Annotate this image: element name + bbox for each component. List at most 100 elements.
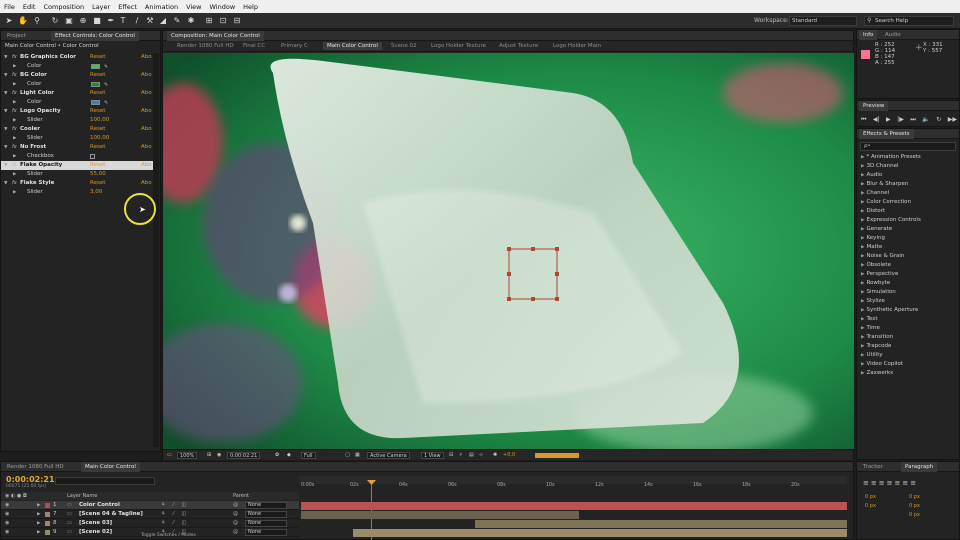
twirl-right-icon[interactable]: ▶ (861, 164, 864, 169)
fx-icon[interactable]: fx (12, 71, 17, 80)
effect-about-link[interactable]: Abo (141, 143, 152, 152)
composition-viewer[interactable] (163, 53, 854, 449)
view-axis-icon[interactable]: ⊟ (232, 15, 242, 26)
twirl-right-icon[interactable]: ▶ (13, 170, 16, 179)
tab-project[interactable]: Project (3, 31, 30, 41)
fx-icon[interactable]: fx (12, 179, 17, 188)
play-icon[interactable]: ▶ (886, 115, 891, 124)
twirl-right-icon[interactable]: ▶ (861, 308, 864, 313)
effect-reset-link[interactable]: Reset (90, 89, 105, 98)
slider-value[interactable]: 55,00 (90, 170, 106, 179)
puppet-tool-icon[interactable]: ✱ (186, 15, 196, 26)
layer-row[interactable]: ◉ ▶ 8 ▭ [Scene 03] ⚘ ⁄ ◫ @ None (1, 519, 299, 528)
checkbox-control[interactable] (90, 154, 95, 159)
fx-icon[interactable]: fx (12, 161, 17, 170)
twirl-down-icon[interactable]: ▼ (4, 71, 7, 80)
effects-category-item[interactable]: ▶ Synthetic Aperture (861, 306, 918, 315)
twirl-right-icon[interactable]: ▶ (861, 218, 864, 223)
twirl-right-icon[interactable]: ▶ (861, 191, 864, 196)
world-axis-icon[interactable]: ⊡ (218, 15, 228, 26)
exposure-icon[interactable]: ✺ (493, 452, 497, 459)
mute-icon[interactable]: 🔈 (922, 115, 929, 124)
crumb-scene-02[interactable]: Scene 02 (387, 42, 421, 50)
camera-tool-icon[interactable]: ▣ (64, 15, 74, 26)
twirl-right-icon[interactable]: ▶ (861, 254, 864, 259)
search-help-input[interactable]: ⚲ Search Help (864, 16, 954, 26)
effect-row[interactable]: ▼ fx Cooler Reset Abo (1, 125, 153, 134)
indent-left-value[interactable]: 0 px (865, 494, 876, 500)
twirl-down-icon[interactable]: ▼ (4, 179, 7, 188)
effects-search-input[interactable]: ρ• (860, 142, 956, 151)
pen-tool-icon[interactable]: ✒ (106, 15, 116, 26)
effects-category-item[interactable]: ▶ 3D Channel (861, 162, 899, 171)
tab-effect-controls[interactable]: Effect Controls: Color Control (51, 31, 139, 41)
effect-about-link[interactable]: Abo (141, 107, 152, 116)
twirl-down-icon[interactable]: ▼ (4, 89, 7, 98)
twirl-right-icon[interactable]: ▶ (37, 501, 40, 510)
current-time-display[interactable]: 0:00:02:21 (227, 452, 261, 459)
brush-tool-icon[interactable]: / (132, 15, 142, 26)
crumb-logo-holder-main[interactable]: Logo Holder Main (549, 42, 605, 50)
effects-category-item[interactable]: ▶ Video Copilot (861, 360, 903, 369)
effects-category-item[interactable]: ▶ Zaxwerks (861, 369, 893, 378)
paragraph-align-icons[interactable]: ≡≡≡≡≡≡≡ (863, 479, 918, 487)
visibility-eye-icon[interactable]: ◉ (5, 528, 9, 537)
workspace-select[interactable]: Standard (789, 16, 857, 26)
parent-select[interactable]: None (245, 520, 287, 527)
effect-about-link[interactable]: Abo (141, 89, 152, 98)
effects-category-item[interactable]: ▶ Stylize (861, 297, 885, 306)
tab-main-color-control[interactable]: Main Color Control (81, 462, 140, 472)
effects-category-item[interactable]: ▶ Transition (861, 333, 893, 342)
crumb-adjust-texture[interactable]: Adjust Texture (495, 42, 542, 50)
twirl-right-icon[interactable]: ▶ (861, 155, 864, 160)
label-color-icon[interactable] (45, 521, 50, 526)
toggle-pixel-aspect-icon[interactable]: ⊟ (449, 452, 453, 459)
layer-duration-bar[interactable] (475, 520, 847, 528)
exposure-value[interactable]: +0,0 (503, 452, 515, 459)
twirl-right-icon[interactable]: ▶ (13, 134, 16, 143)
tab-audio[interactable]: Audio (881, 30, 905, 40)
effects-category-item[interactable]: ▶ Simulation (861, 288, 896, 297)
menu-composition[interactable]: Composition (39, 3, 88, 11)
clone-stamp-tool-icon[interactable]: ⚒ (145, 15, 155, 26)
effects-category-item[interactable]: ▶ Text (861, 315, 878, 324)
transparency-grid-icon[interactable]: ▦ (355, 452, 360, 459)
effect-reset-link[interactable]: Reset (90, 71, 105, 80)
effects-category-item[interactable]: ▶ Perspective (861, 270, 898, 279)
visibility-eye-icon[interactable]: ◉ (5, 519, 9, 528)
crumb-primary-c[interactable]: Primary C (277, 42, 312, 50)
toggle-switches-label[interactable]: Toggle Switches / Modes (141, 533, 196, 538)
layer-row[interactable]: ◉ ▶ 1 ▭ Color Control ⚘ ⁄ ◫ @ None (1, 501, 299, 510)
ram-preview-icon[interactable]: ▶▶ (948, 115, 957, 124)
effect-row[interactable]: ▼ fx No Frost Reset Abo (1, 143, 153, 152)
effects-category-item[interactable]: ▶ Channel (861, 189, 889, 198)
effect-row[interactable]: ▼ fx Flake Opacity Reset Abo (1, 161, 153, 170)
loop-icon[interactable]: ↻ (936, 115, 941, 124)
twirl-right-icon[interactable]: ▶ (861, 272, 864, 277)
slider-value[interactable]: 3,00 (90, 188, 102, 197)
effect-about-link[interactable]: Abo (141, 161, 152, 170)
col-layer-name[interactable]: Layer Name (67, 492, 97, 500)
twirl-right-icon[interactable]: ▶ (861, 317, 864, 322)
layer-name[interactable]: [Scene 03] (79, 519, 112, 528)
effects-category-item[interactable]: ▶ Rowbyte (861, 279, 890, 288)
effects-category-item[interactable]: ▶ Time (861, 324, 880, 333)
twirl-right-icon[interactable]: ▶ (861, 362, 864, 367)
twirl-right-icon[interactable]: ▶ (13, 188, 16, 197)
effect-row[interactable]: ▼ fx Light Color Reset Abo (1, 89, 153, 98)
twirl-right-icon[interactable]: ▶ (13, 98, 16, 107)
fx-icon[interactable]: fx (12, 53, 17, 62)
slider-value[interactable]: 100,00 (90, 134, 109, 143)
always-preview-icon[interactable]: ▭ (167, 452, 172, 459)
pick-whip-icon[interactable]: @ (233, 510, 238, 519)
effects-category-item[interactable]: ▶ * Animation Presets (861, 153, 921, 162)
effect-reset-link[interactable]: Reset (90, 161, 105, 170)
tab-info[interactable]: Info (859, 30, 878, 40)
fx-icon[interactable]: fx (12, 143, 17, 152)
pan-behind-tool-icon[interactable]: ⊕ (78, 15, 88, 26)
slider-value[interactable]: 100,00 (90, 116, 109, 125)
selection-tool-icon[interactable]: ➤ (4, 15, 14, 26)
crumb-final-cc[interactable]: Final CC (239, 42, 269, 50)
menu-effect[interactable]: Effect (114, 3, 141, 11)
twirl-down-icon[interactable]: ▼ (4, 143, 7, 152)
